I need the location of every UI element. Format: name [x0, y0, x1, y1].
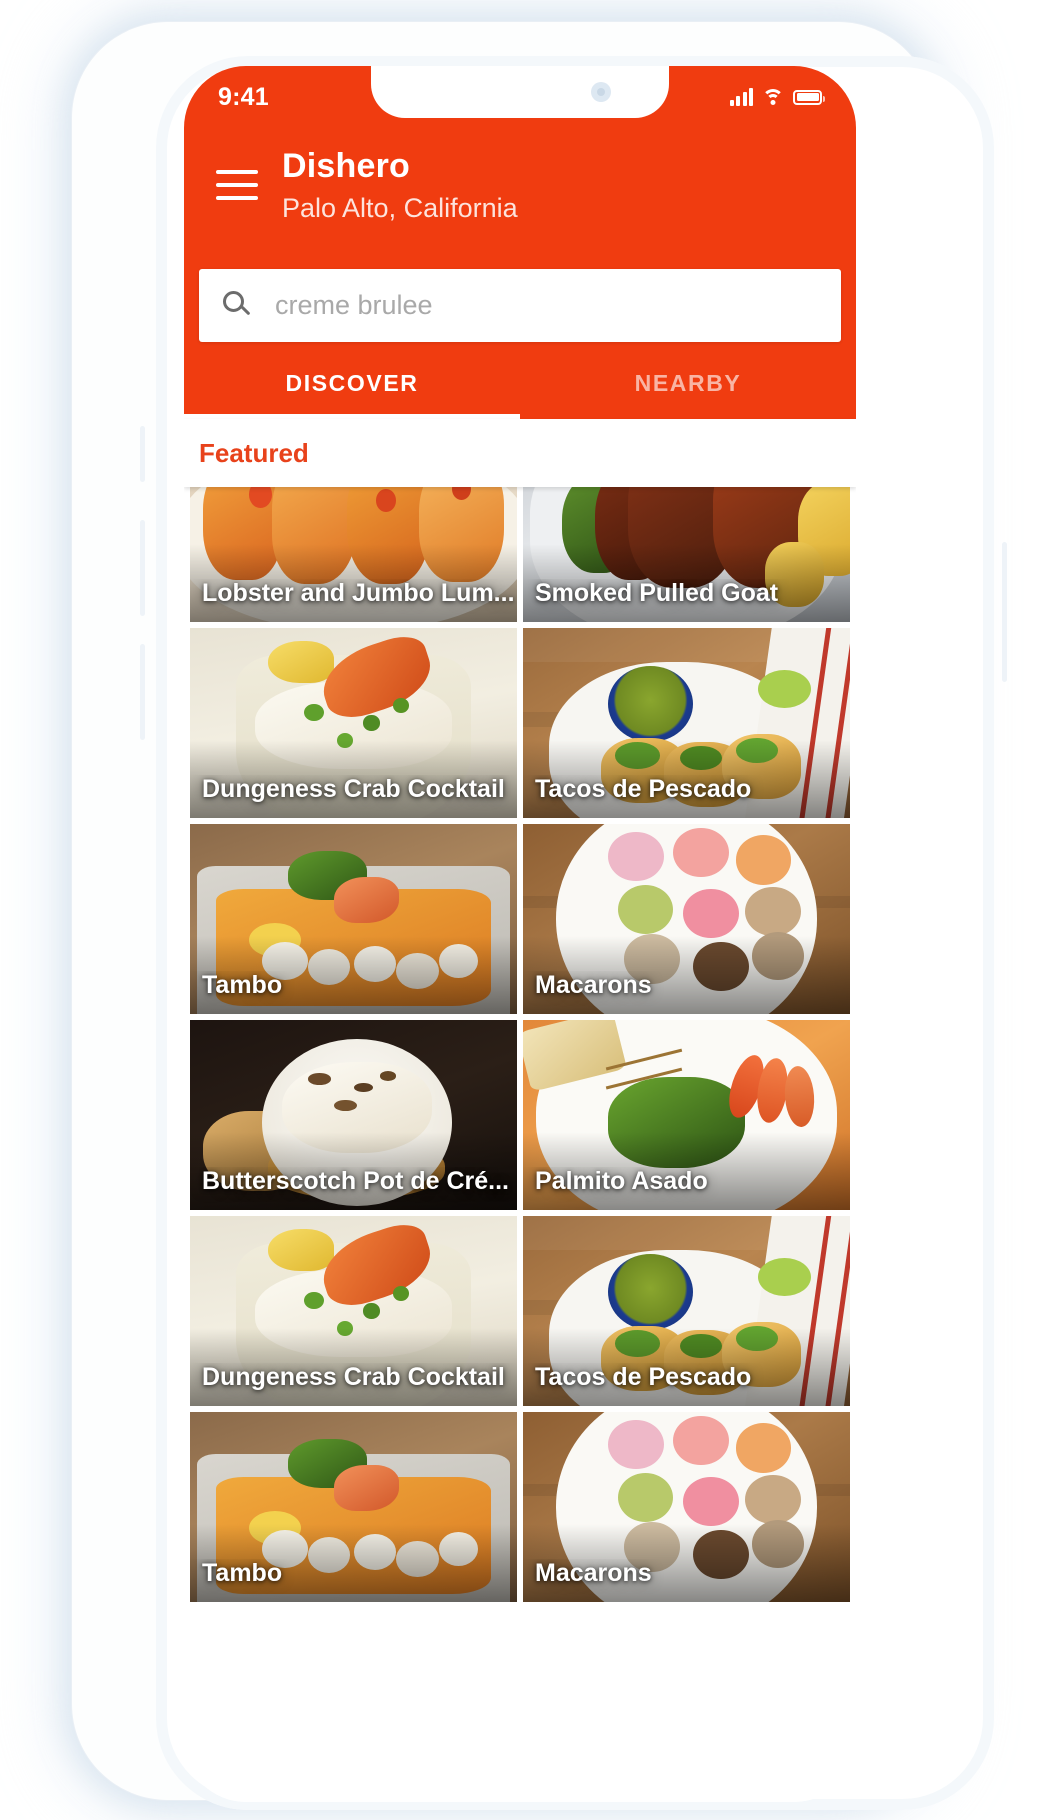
status-bar-time: 9:41: [218, 82, 269, 111]
dish-title: Palmito Asado: [535, 1167, 708, 1195]
screenshot-root: 9:41 Dishero Palo Alto, California creme…: [0, 0, 1043, 1820]
tab-nearby-label: NEARBY: [634, 369, 742, 396]
dish-title: Smoked Pulled Goat: [535, 579, 779, 607]
dish-card[interactable]: Butterscotch Pot de Cré...: [190, 1020, 517, 1210]
dish-grid: Lobster and Jumbo Lum... Smoked Pulled Go…: [184, 487, 856, 1602]
tab-nearby[interactable]: NEARBY: [520, 347, 856, 419]
dish-card[interactable]: Tacos de Pescado: [523, 1216, 850, 1406]
app-title: Dishero: [282, 147, 410, 185]
dish-card[interactable]: Dungeness Crab Cocktail: [190, 1216, 517, 1406]
search-input[interactable]: [275, 290, 817, 321]
dish-title: Macarons: [535, 971, 652, 999]
phone-device-frame: 9:41 Dishero Palo Alto, California creme…: [72, 22, 1007, 1810]
dish-grid-scroll-area[interactable]: Lobster and Jumbo Lum... Smoked Pulled Go…: [184, 487, 856, 1802]
phone-volume-up-button: [140, 520, 145, 616]
hamburger-menu-icon[interactable]: [216, 170, 258, 200]
dish-title: Dungeness Crab Cocktail: [202, 1363, 505, 1391]
dish-title: Butterscotch Pot de Cré...: [202, 1167, 509, 1195]
dish-title: Macarons: [535, 1559, 652, 1587]
dish-card[interactable]: Macarons: [523, 824, 850, 1014]
dish-title: Dungeness Crab Cocktail: [202, 775, 505, 803]
dish-title: Tacos de Pescado: [535, 1363, 752, 1391]
app-header: 9:41 Dishero Palo Alto, California creme…: [184, 66, 856, 419]
dish-card[interactable]: Tacos de Pescado: [523, 628, 850, 818]
search-icon: [223, 290, 253, 321]
dish-card[interactable]: Dungeness Crab Cocktail: [190, 628, 517, 818]
dish-title: Lobster and Jumbo Lum...: [202, 579, 515, 607]
dish-card[interactable]: Smoked Pulled Goat: [523, 487, 850, 622]
featured-label: Featured: [199, 437, 309, 468]
status-bar-indicators: [729, 88, 825, 106]
app-bar: Dishero Palo Alto, California: [184, 144, 856, 226]
dish-card[interactable]: Lobster and Jumbo Lum...: [190, 487, 517, 622]
dish-card[interactable]: Palmito Asado: [523, 1020, 850, 1210]
dish-card[interactable]: Tambo: [190, 824, 517, 1014]
phone-power-button: [1002, 542, 1007, 682]
signal-icon: [729, 88, 753, 106]
dish-card[interactable]: Tambo: [190, 1412, 517, 1602]
phone-mute-switch: [140, 426, 145, 482]
dish-title: Tambo: [202, 1559, 283, 1587]
phone-volume-down-button: [140, 644, 145, 740]
status-bar: 9:41: [184, 66, 856, 124]
featured-section-header: Featured: [184, 419, 856, 487]
wifi-icon: [762, 88, 784, 106]
phone-screen: 9:41 Dishero Palo Alto, California creme…: [184, 66, 856, 1802]
tab-discover-label: DISCOVER: [285, 369, 419, 396]
app-location-subtitle: Palo Alto, California: [282, 193, 518, 224]
dish-title: Tambo: [202, 971, 283, 999]
tab-discover[interactable]: DISCOVER: [184, 347, 520, 419]
battery-icon: [793, 89, 825, 105]
search-bar[interactable]: [199, 269, 841, 342]
dish-card[interactable]: Macarons: [523, 1412, 850, 1602]
dish-title: Tacos de Pescado: [535, 775, 752, 803]
app-title-block: Dishero Palo Alto, California: [282, 144, 518, 226]
tab-bar: DISCOVER NEARBY: [184, 347, 856, 419]
